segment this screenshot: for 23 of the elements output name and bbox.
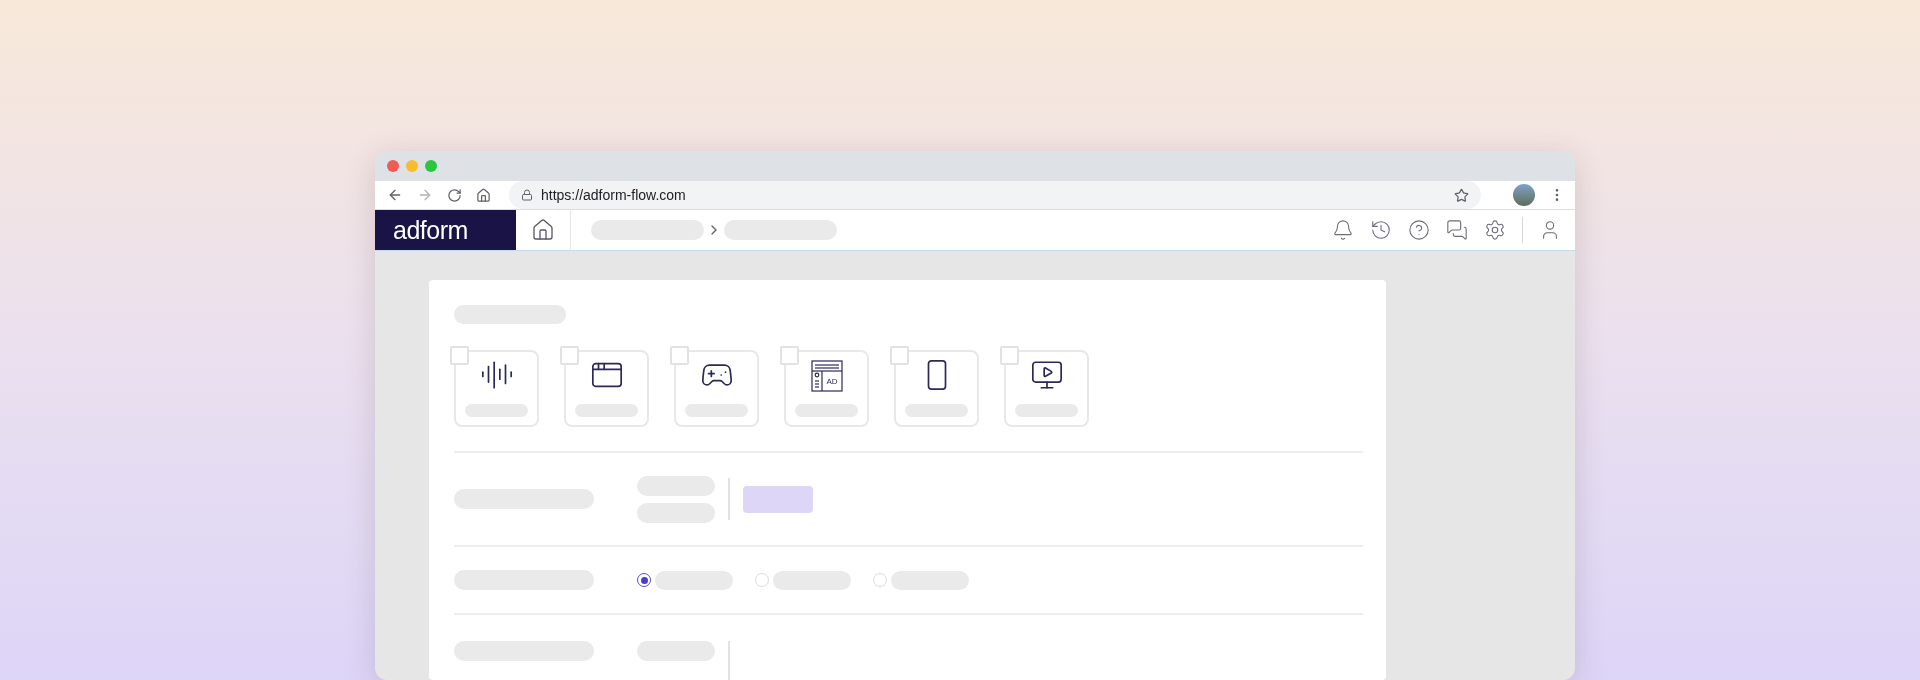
checkbox[interactable] — [670, 346, 689, 365]
checkbox[interactable] — [560, 346, 579, 365]
video-screen-icon — [1029, 358, 1064, 392]
reload-icon[interactable] — [447, 187, 462, 203]
checkbox[interactable] — [1000, 346, 1019, 365]
checkbox[interactable] — [780, 346, 799, 365]
profile-avatar[interactable] — [1513, 184, 1535, 207]
checkbox[interactable] — [890, 346, 909, 365]
settings-icon[interactable] — [1484, 219, 1506, 242]
lock-icon — [521, 189, 533, 202]
close-window-button[interactable] — [387, 160, 399, 173]
home-icon[interactable] — [476, 187, 491, 203]
star-icon[interactable] — [1454, 187, 1469, 203]
bell-icon[interactable] — [1332, 219, 1354, 242]
url-field[interactable]: https://adform-flow.com — [509, 181, 1481, 210]
url-text: https://adform-flow.com — [541, 187, 687, 204]
ad-layout-icon: AD — [810, 360, 843, 392]
logo[interactable]: adform — [375, 210, 516, 250]
history-icon[interactable] — [1370, 219, 1392, 242]
checkbox[interactable] — [450, 346, 469, 365]
help-icon[interactable] — [1408, 219, 1430, 242]
home-icon — [531, 218, 555, 243]
chat-icon[interactable] — [1446, 219, 1468, 242]
